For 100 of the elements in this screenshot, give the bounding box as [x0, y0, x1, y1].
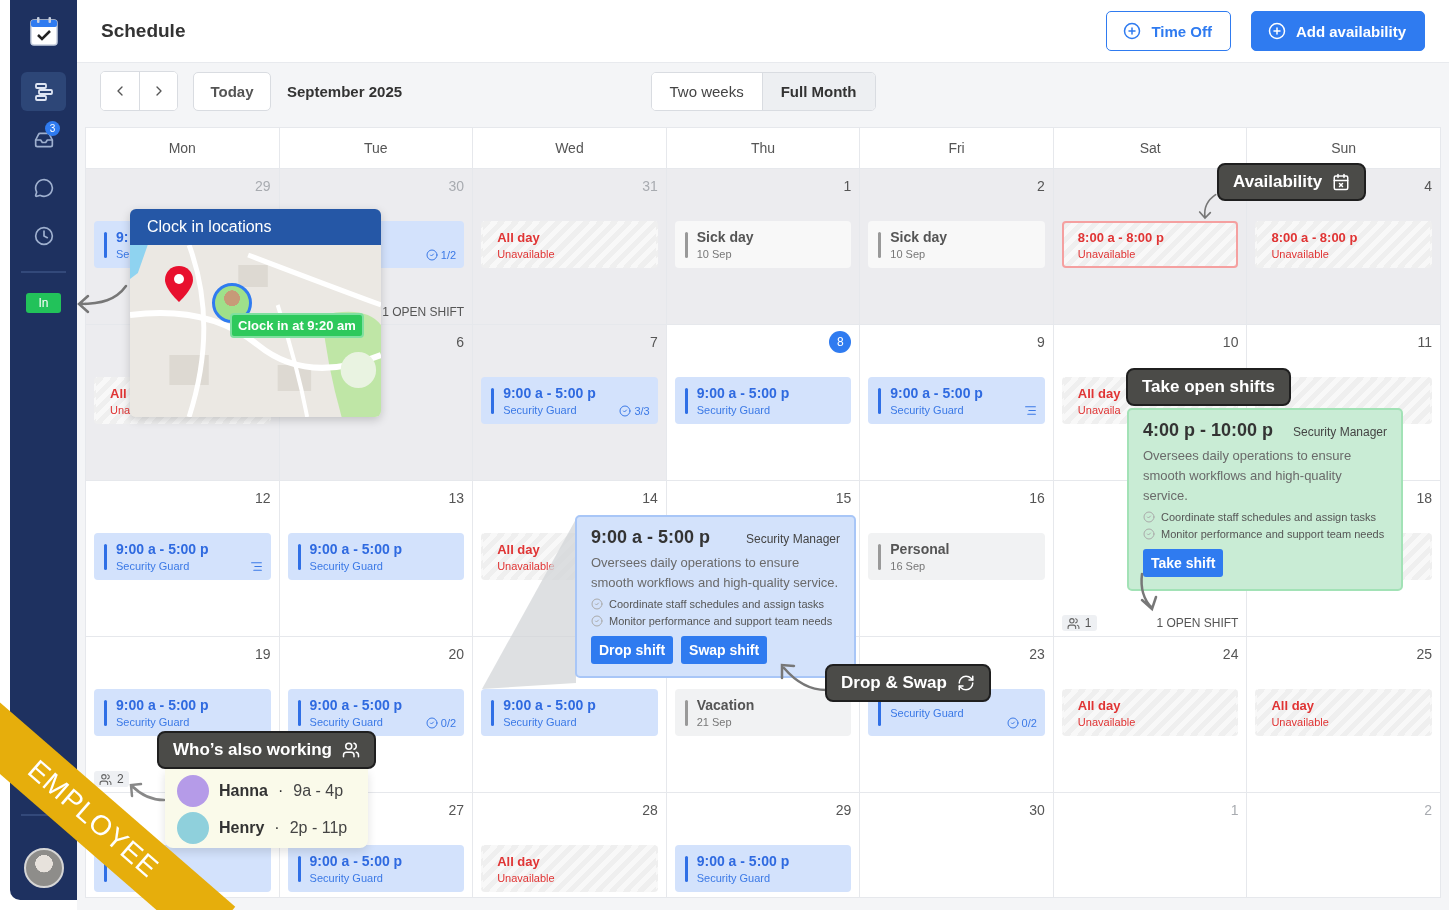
day-number: 30	[1029, 802, 1045, 818]
day-number: 18	[1416, 490, 1432, 506]
event-date: 10 Sep	[696, 248, 733, 260]
day-number: 24	[1222, 646, 1239, 662]
event-time: All	[110, 385, 128, 401]
notification-badge: 3	[45, 121, 60, 136]
event-date: 10 Sep	[890, 248, 927, 260]
role-label: Security Manager	[745, 532, 840, 546]
day-number: 2	[1424, 802, 1432, 818]
event-time: 9:00 a - 5:00 p	[696, 853, 790, 869]
shift-time: 9:00 a - 5:00 p	[591, 527, 711, 548]
day-number: 29	[255, 178, 271, 194]
day-number: 9	[1037, 334, 1045, 350]
role-label: Security Guard	[890, 404, 965, 416]
staffing-count: 0/2	[440, 717, 457, 729]
day-number: 29	[835, 802, 852, 818]
day-number: 23	[1029, 646, 1045, 662]
staffing-count: 1/2	[440, 249, 457, 261]
weekday-header: Fri	[860, 128, 1053, 168]
day-number: 8	[829, 331, 852, 353]
day-number: 1	[843, 178, 852, 194]
weekday-header: Thu	[666, 128, 860, 168]
weekday-header: Mon	[86, 128, 279, 168]
status-label: Unavailable	[1077, 715, 1136, 728]
separator: ·	[274, 818, 280, 837]
event-time: 9:00 a - 5:00 p	[503, 385, 596, 401]
day-number: 28	[642, 802, 658, 818]
day-number: 19	[255, 646, 271, 662]
weekday-header: Sun	[1247, 128, 1440, 168]
day-number: 25	[1416, 646, 1432, 662]
event-time: 8:00 a - 8:00 p	[1271, 229, 1358, 245]
status-label: Unavailable	[1271, 247, 1330, 260]
role-label: Security Guard	[696, 872, 772, 884]
event-date: 21 Sep	[696, 716, 733, 728]
event-time: 9:00 a - 5:00 p	[890, 385, 983, 401]
event-time: 9:00 a - 5:00 p	[116, 697, 209, 713]
day-number: 15	[835, 490, 852, 506]
event-time: 8:00 a - 8:00 p	[1077, 229, 1164, 245]
event-time: 9:00 a - 5:00 p	[116, 541, 209, 557]
status-label: Unavailable	[497, 871, 555, 884]
status-label: Unavailable	[497, 559, 555, 572]
status-label: Una	[110, 403, 131, 416]
count-label: 1	[1084, 616, 1092, 630]
event-title: Vacation	[696, 697, 755, 713]
drop-swap-tooltip: Drop & Swap	[825, 664, 991, 702]
day-number: 31	[642, 178, 658, 194]
coworkers-tooltip: Who’s also working	[157, 731, 376, 769]
shift-description: Oversees daily operations to ensure smooth workflows and high-quality service.	[591, 554, 840, 592]
open-shifts-tooltip: Take open shifts	[1126, 368, 1291, 406]
day-number: 16	[1029, 490, 1045, 506]
status-label: Unavailable	[497, 247, 555, 260]
event-time: 9:00 a - 5:00 p	[309, 853, 403, 869]
period-label: September 2025	[287, 82, 403, 100]
day-number: 30	[448, 178, 465, 194]
task-text: Monitor performance and support team needs	[609, 615, 833, 627]
role-label: Security Guard	[116, 560, 191, 572]
staffing-count: 0/2	[1021, 717, 1037, 729]
event-date: 16 Sep	[890, 560, 927, 572]
day-number: 2	[1037, 178, 1045, 194]
event-time: 9:00 a - 5:00 p	[309, 697, 403, 713]
event-title: Sick day	[890, 229, 948, 245]
event-time: 9:00 a - 5:00 p	[309, 541, 403, 557]
role-label: Security Guard	[309, 872, 384, 884]
page-title: Schedule	[101, 20, 187, 43]
day-number: 11	[1417, 334, 1432, 350]
event-time: 9:	[116, 229, 130, 245]
clock-in-status: Clock in at 9:20 am	[230, 313, 364, 338]
event-time: All day	[1271, 697, 1316, 713]
day-number: 12	[255, 490, 271, 506]
event-time: All day	[1077, 385, 1121, 401]
day-number: 4	[1424, 178, 1432, 194]
card-title: Clock in locations	[130, 209, 381, 245]
role-label: Security Manager	[1292, 425, 1387, 439]
status-label: Unavaila	[1077, 403, 1121, 416]
role-label: Security Guard	[116, 716, 191, 728]
event-time: All day	[497, 853, 541, 869]
event-time: All day	[1077, 697, 1122, 713]
weekday-header: Tue	[279, 128, 473, 168]
event-time: 9:00 a - 5:00 p	[696, 385, 790, 401]
day-number: 14	[642, 490, 658, 506]
event-time: All day	[497, 229, 541, 245]
task-text: Coordinate staff schedules and assign tasks	[609, 598, 825, 610]
day-number: 6	[456, 334, 465, 350]
event-time: 9:00 a - 5:00 p	[503, 697, 596, 713]
role-label: Security Guard	[890, 706, 964, 719]
day-number: 20	[448, 646, 465, 662]
weekday-header: Wed	[473, 128, 666, 168]
event-title: Personal	[890, 541, 950, 557]
role-label: Security Guard	[309, 560, 384, 572]
weekday-header: Sat	[1053, 128, 1247, 168]
day-number: 7	[649, 334, 658, 350]
coworker-name: Henry	[219, 818, 265, 837]
role-label: Security Guard	[503, 716, 578, 728]
role-label: Security Guard	[503, 404, 578, 416]
status-label: Unavailable	[1271, 715, 1329, 728]
day-number: 13	[448, 490, 465, 506]
status-label: Unavailable	[1077, 247, 1137, 260]
day-number: 27	[448, 802, 465, 818]
day-number: 10	[1222, 334, 1239, 350]
coworker-hours: 2p - 11p	[289, 818, 348, 837]
